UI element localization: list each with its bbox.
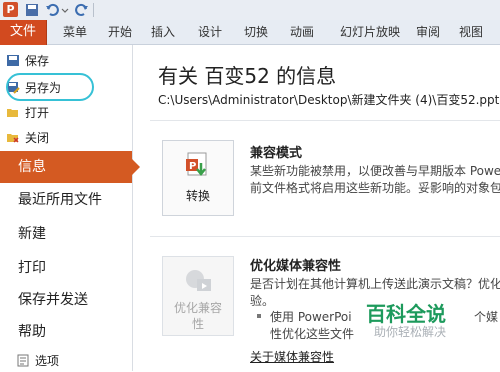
optimize-label-line1: 优化兼容 — [173, 301, 222, 315]
convert-label: 转换 — [185, 189, 210, 203]
nav-options[interactable]: 选项 — [16, 350, 59, 372]
nav-save-label: 保存 — [25, 54, 50, 68]
tab-animations[interactable]: 动画 — [286, 20, 318, 44]
media-text-line1: 是否计划在其他计算机上传送此演示文稿？优化 — [250, 277, 500, 291]
nav-close[interactable]: 关闭 — [6, 127, 49, 149]
nav-options-label: 选项 — [35, 354, 60, 368]
tab-design[interactable]: 设计 — [194, 20, 226, 44]
tab-menu[interactable]: 菜单 — [60, 20, 90, 44]
nav-save-send[interactable]: 保存并发送 — [0, 284, 132, 316]
nav-help[interactable]: 帮助 — [0, 316, 132, 348]
nav-info[interactable]: 信息 — [0, 151, 140, 183]
page-title: 有关 百变52 的信息 — [158, 64, 337, 88]
tab-transitions[interactable]: 切换 — [240, 20, 272, 44]
nav-recent[interactable]: 最近所用文件 — [0, 184, 132, 216]
tab-home[interactable]: 开始 — [104, 20, 136, 44]
powerpoint-logo-icon: P — [3, 2, 18, 17]
chevron-down-icon[interactable] — [60, 2, 70, 18]
convert-icon: P — [186, 152, 207, 177]
tab-review[interactable]: 审阅 — [412, 20, 444, 44]
redo-icon[interactable] — [74, 2, 90, 18]
optimize-compat-button[interactable]: 优化兼容 性 — [162, 256, 234, 336]
options-icon — [17, 354, 29, 367]
tab-slideshow[interactable]: 幻灯片放映 — [332, 20, 408, 44]
media-bullet-line1-tail: 个媒 — [474, 310, 499, 324]
optimize-label-line2: 性 — [191, 317, 204, 331]
svg-text:P: P — [189, 161, 196, 172]
tab-file[interactable]: 文件 — [0, 20, 47, 45]
watermark-subtitle: 助你轻松解决 — [374, 325, 447, 339]
save-icon — [7, 55, 19, 66]
media-compat-link[interactable]: 关于媒体兼容性 — [250, 348, 334, 365]
compat-heading: 兼容模式 — [250, 146, 303, 161]
divider — [150, 120, 500, 121]
media-bullet-line2: 性优化这些文件 — [270, 327, 355, 341]
media-bullet-line1: 使用 PowerPoi — [270, 310, 352, 324]
media-heading: 优化媒体兼容性 — [250, 259, 342, 274]
folder-open-icon — [7, 109, 18, 117]
compat-text-line2: 前文件格式将启用这些新功能。妥影响的对象包括 — [250, 181, 500, 195]
toolbar-separator — [93, 3, 94, 17]
media-text-line2: 验。 — [250, 294, 275, 308]
close-file-icon — [7, 134, 19, 143]
undo-icon[interactable] — [44, 2, 60, 18]
nav-new[interactable]: 新建 — [0, 218, 132, 250]
nav-open-label: 打开 — [25, 106, 50, 120]
nav-close-label: 关闭 — [25, 131, 50, 145]
bullet-dot — [257, 314, 261, 318]
nav-open[interactable]: 打开 — [6, 102, 49, 124]
tab-view[interactable]: 视图 — [455, 20, 487, 44]
nav-info-label: 信息 — [18, 159, 46, 175]
file-path: C:\Users\Administrator\Desktop\新建文件夹 (4)… — [158, 93, 500, 107]
convert-button[interactable]: P 转换 — [162, 140, 234, 216]
compat-text-line1: 某些新功能被禁用，以便改善与早期版本 PowerPo — [250, 164, 500, 178]
media-icon — [186, 270, 211, 291]
nav-print[interactable]: 打印 — [0, 252, 132, 284]
active-arrow — [132, 159, 140, 175]
highlight-circle — [6, 73, 94, 101]
divider — [150, 236, 500, 237]
nav-save[interactable]: 保存 — [6, 50, 49, 72]
tab-insert[interactable]: 插入 — [147, 20, 179, 44]
save-icon[interactable] — [24, 2, 40, 18]
